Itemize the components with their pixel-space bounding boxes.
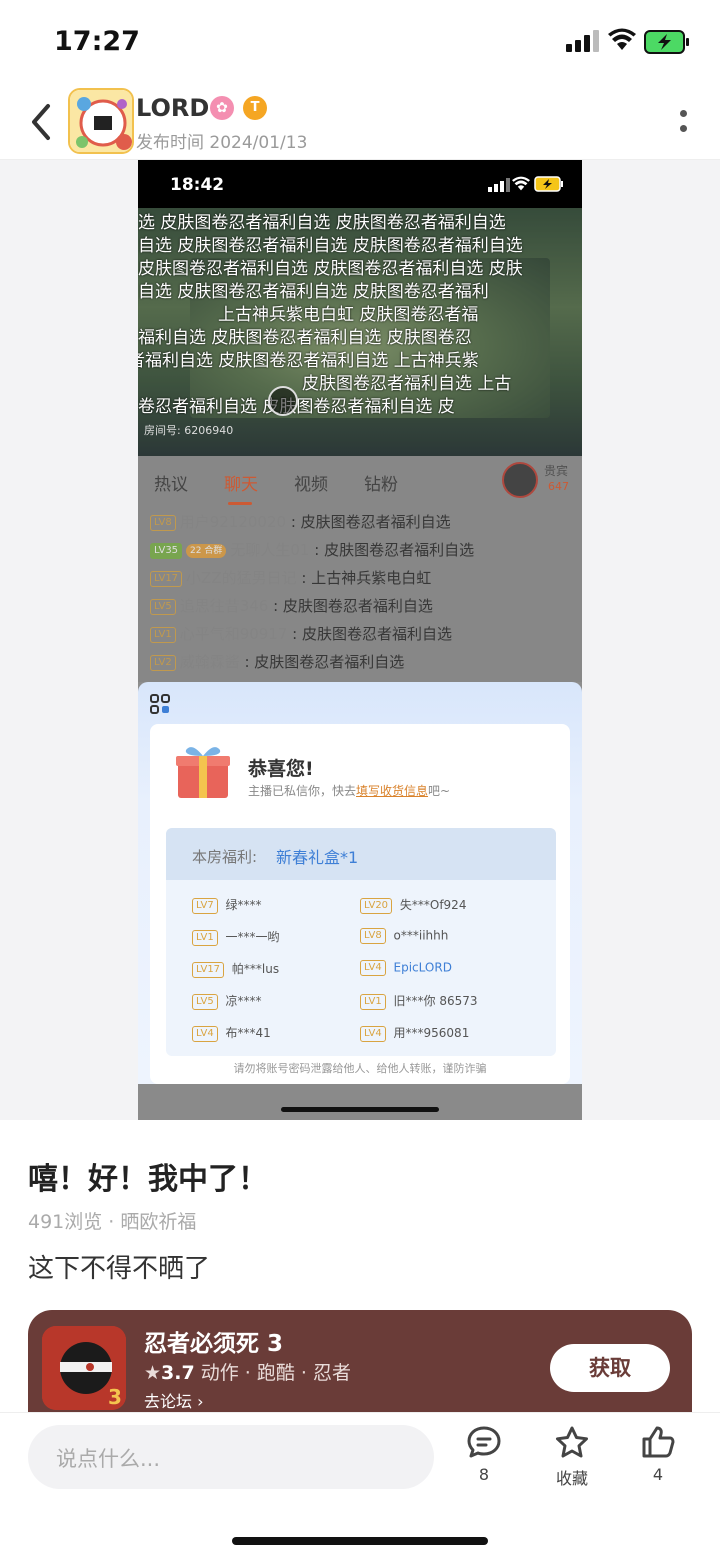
welfare-prize: 新春礼盒*1 — [276, 848, 359, 867]
congrats-subtitle: 主播已私信你，快去填写收货信息吧~ — [248, 784, 451, 798]
gift-box-icon — [176, 747, 230, 798]
danmaku-line: 皮肤图卷忍者福利自选 上古 — [302, 374, 512, 394]
danmaku-line: 自选 皮肤图卷忍者福利自选 皮肤图卷忍者福利自选 — [138, 236, 523, 256]
bottom-action-bar: 说点什么... 8 收藏 4 — [0, 1412, 720, 1558]
get-game-button[interactable]: 获取 — [550, 1344, 670, 1392]
winner-entry: LV8 o***iihhh — [360, 928, 448, 944]
danmaku-line: 福利自选 皮肤图卷忍者福利自选 皮肤图卷忍 — [138, 328, 472, 348]
go-to-forum-link[interactable]: 去论坛 › — [144, 1388, 204, 1412]
status-time: 17:27 — [54, 26, 140, 57]
game-info: ★3.7 动作 · 跑酷 · 忍者 — [144, 1358, 351, 1385]
game-card[interactable]: 3 忍者必须死 3 ★3.7 动作 · 跑酷 · 忍者 去论坛 › 获取 — [28, 1310, 692, 1420]
winner-entry: LV5 凉**** — [192, 992, 262, 1010]
live-video[interactable]: 选 皮肤图卷忍者福利自选 皮肤图卷忍者福利自选 自选 皮肤图卷忍者福利自选 皮肤… — [138, 208, 582, 456]
comment-icon — [467, 1426, 501, 1458]
like-count: 4 — [652, 1465, 664, 1484]
back-icon[interactable] — [28, 102, 56, 142]
home-indicator — [232, 1537, 488, 1545]
congrats-title: 恭喜您! — [248, 758, 314, 780]
author-avatar[interactable] — [68, 88, 134, 154]
danmaku-line: 上古神兵紫电白虹 皮肤图卷忍者福 — [218, 305, 479, 325]
winner-entry: LV4 布***41 — [192, 1024, 271, 1042]
winner-entry: LV1 旧***你 86573 — [360, 992, 478, 1010]
image-signal-icon — [488, 178, 510, 192]
winner-entry: LV4 用***956081 — [360, 1024, 469, 1042]
comment-placeholder: 说点什么... — [56, 1447, 161, 1471]
game-rating: 3.7 — [161, 1362, 195, 1384]
game-app-icon: 3 — [42, 1326, 126, 1410]
post-meta: 491浏览 · 晒欧祈福 — [28, 1211, 197, 1233]
chevron-right-icon: › — [197, 1392, 204, 1411]
welfare-label: 本房福利: — [192, 848, 258, 866]
star-outline-icon — [556, 1426, 588, 1458]
image-battery-icon — [534, 176, 563, 192]
post-header: LORD ✿ T 发布时间 2024/01/13 — [0, 84, 720, 160]
room-watermark: 房间号: 6206940 — [144, 424, 234, 437]
author-name[interactable]: LORD — [136, 94, 209, 122]
publish-time: 发布时间 2024/01/13 — [136, 133, 308, 153]
room-welfare-panel: 本房福利: 新春礼盒*1 LV7 绿**** LV20 失***Of924 LV… — [166, 828, 556, 1056]
welfare-header: 本房福利: 新春礼盒*1 — [166, 828, 556, 880]
image-status-time: 18:42 — [170, 175, 225, 195]
winner-entry: LV1 一***一哟 — [192, 928, 280, 946]
winner-entry: LV7 绿**** — [192, 896, 262, 914]
post-body: 这下不得不晒了 — [28, 1254, 211, 1284]
grid-menu-icon[interactable] — [150, 694, 170, 714]
favorite-label: 收藏 — [555, 1469, 588, 1488]
fraud-warning: 请勿将账号密码泄露给他人、给他人转账，谨防诈骗 — [233, 1062, 487, 1075]
post-title: 嘻！好！我中了！ — [28, 1162, 268, 1197]
star-icon: ★ — [144, 1362, 162, 1384]
like-button[interactable]: 4 — [628, 1425, 688, 1484]
more-options-icon[interactable] — [676, 106, 690, 140]
danmaku-line: 自选 皮肤图卷忍者福利自选 皮肤图卷忍者福利 — [138, 282, 489, 302]
image-wifi-icon — [512, 176, 530, 191]
game-name: 忍者必须死 3 — [144, 1331, 284, 1357]
comment-button[interactable]: 8 — [454, 1425, 514, 1484]
play-button-icon[interactable] — [268, 386, 298, 416]
comment-count: 8 — [478, 1465, 490, 1484]
fill-address-link[interactable]: 填写收货信息 — [356, 784, 428, 798]
danmaku-line: 选 皮肤图卷忍者福利自选 皮肤图卷忍者福利自选 — [138, 213, 506, 233]
congrats-card: 恭喜您! 主播已私信你，快去填写收货信息吧~ 本房福利: 新春礼盒*1 LV7 … — [150, 724, 570, 1084]
signal-icon — [566, 30, 599, 52]
status-bar: 17:27 — [0, 0, 720, 84]
danmaku-line: 皮肤图卷忍者福利自选 皮肤图卷忍者福利自选 皮肤 — [138, 259, 523, 279]
wifi-icon — [608, 28, 636, 50]
danmaku-line: 者福利自选 皮肤图卷忍者福利自选 上古神兵紫 — [138, 351, 479, 371]
thumbs-up-icon — [642, 1426, 675, 1458]
level-badge-icon: T — [243, 96, 267, 120]
favorite-button[interactable]: 收藏 — [542, 1425, 602, 1489]
image-status-bar: 18:42 — [138, 160, 582, 208]
winner-entry-self: LV4 EpicLORD — [360, 960, 452, 976]
post-image[interactable]: 18:42 选 皮肤图卷忍者福利自选 皮肤图卷忍者福利自选 自选 皮肤图卷忍者福… — [138, 160, 582, 1120]
svg-text:3: 3 — [108, 1385, 122, 1409]
game-tags: 动作 · 跑酷 · 忍者 — [200, 1362, 352, 1384]
image-home-indicator — [138, 1084, 582, 1120]
winner-entry: LV17 帕***lus — [192, 960, 279, 978]
comment-input[interactable]: 说点什么... — [28, 1425, 434, 1489]
winner-popup: 恭喜您! 主播已私信你，快去填写收货信息吧~ 本房福利: 新春礼盒*1 LV7 … — [138, 682, 582, 1084]
winner-entry: LV20 失***Of924 — [360, 896, 466, 914]
creator-badge-icon: ✿ — [210, 96, 234, 120]
battery-charging-icon — [644, 30, 689, 54]
